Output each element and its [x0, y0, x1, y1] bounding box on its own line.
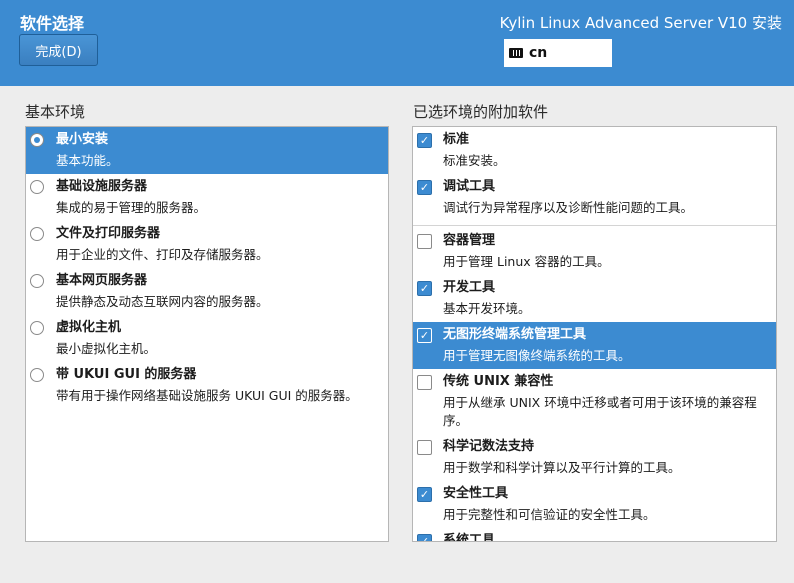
radio-button[interactable] [30, 368, 44, 382]
addon-name: 安全性工具 [443, 486, 509, 501]
env-name: 文件及打印服务器 [56, 226, 161, 241]
product-title: Kylin Linux Advanced Server V10 安装 [499, 14, 782, 32]
page-title: 软件选择 [20, 14, 85, 33]
env-item-web-server[interactable]: 基本网页服务器提供静态及动态互联网内容的服务器。 [26, 268, 388, 315]
addon-desc: 用于从继承 UNIX 环境中迁移或者可用于该环境的兼容程序。 [443, 395, 757, 428]
env-desc: 最小虚拟化主机。 [56, 341, 157, 356]
addon-list: ✓ 标准标准安装。 ✓ 调试工具调试行为异常程序以及诊断性能问题的工具。 容器管… [412, 126, 777, 542]
env-item-minimal[interactable]: 最小安装 基本功能。 [26, 127, 388, 174]
radio-button[interactable] [30, 321, 44, 335]
addon-desc: 标准安装。 [443, 153, 506, 168]
addon-desc: 用于管理无图像终端系统的工具。 [443, 348, 631, 363]
list-divider [413, 225, 776, 226]
addon-name: 传统 UNIX 兼容性 [443, 374, 554, 389]
radio-button[interactable] [30, 133, 44, 147]
addon-desc: 用于数学和科学计算以及平行计算的工具。 [443, 460, 681, 475]
keyboard-layout-indicator[interactable]: cn [504, 39, 612, 67]
base-environment-heading: 基本环境 [25, 103, 86, 121]
addon-desc: 用于完整性和可信验证的安全性工具。 [443, 507, 656, 522]
env-name: 带 UKUI GUI 的服务器 [56, 367, 197, 382]
radio-button[interactable] [30, 180, 44, 194]
radio-button[interactable] [30, 227, 44, 241]
env-name: 虚拟化主机 [56, 320, 122, 335]
header-bar: 软件选择 完成(D) Kylin Linux Advanced Server V… [0, 0, 794, 86]
checkbox[interactable] [417, 375, 432, 390]
addon-desc: 基本开发环境。 [443, 301, 531, 316]
addon-desc: 用于管理 Linux 容器的工具。 [443, 254, 610, 269]
addon-name: 容器管理 [443, 233, 496, 248]
env-desc: 集成的易于管理的服务器。 [56, 200, 207, 215]
addon-name: 科学记数法支持 [443, 439, 535, 454]
env-item-infrastructure[interactable]: 基础设施服务器集成的易于管理的服务器。 [26, 174, 388, 221]
checkbox[interactable] [417, 234, 432, 249]
env-desc: 提供静态及动态互联网内容的服务器。 [56, 294, 269, 309]
addon-name: 调试工具 [443, 179, 496, 194]
checkbox[interactable]: ✓ [417, 180, 432, 195]
addon-item-development-tools[interactable]: ✓ 开发工具基本开发环境。 [413, 275, 776, 322]
env-item-file-print[interactable]: 文件及打印服务器用于企业的文件、打印及存储服务器。 [26, 221, 388, 268]
addon-item-scientific[interactable]: 科学记数法支持用于数学和科学计算以及平行计算的工具。 [413, 434, 776, 481]
checkbox[interactable]: ✓ [417, 534, 432, 541]
env-desc: 用于企业的文件、打印及存储服务器。 [56, 247, 269, 262]
env-name: 基础设施服务器 [56, 179, 148, 194]
addon-name: 无图形终端系统管理工具 [443, 327, 587, 342]
addon-item-legacy-unix[interactable]: 传统 UNIX 兼容性用于从继承 UNIX 环境中迁移或者可用于该环境的兼容程序… [413, 369, 776, 434]
env-item-ukui-gui-server[interactable]: 带 UKUI GUI 的服务器带有用于操作网络基础设施服务 UKUI GUI 的… [26, 362, 388, 409]
checkbox[interactable]: ✓ [417, 328, 432, 343]
addon-item-headless-management[interactable]: ✓ 无图形终端系统管理工具用于管理无图像终端系统的工具。 [413, 322, 776, 369]
checkbox[interactable] [417, 440, 432, 455]
keyboard-icon [509, 48, 523, 58]
env-item-virtualization[interactable]: 虚拟化主机最小虚拟化主机。 [26, 315, 388, 362]
addon-item-security-tools[interactable]: ✓ 安全性工具用于完整性和可信验证的安全性工具。 [413, 481, 776, 528]
addon-name: 开发工具 [443, 280, 496, 295]
env-desc: 带有用于操作网络基础设施服务 UKUI GUI 的服务器。 [56, 388, 358, 403]
env-name: 最小安装 [56, 132, 109, 147]
addon-name: 系统工具 [443, 533, 496, 542]
env-desc: 基本功能。 [56, 153, 119, 168]
addons-heading: 已选环境的附加软件 [413, 103, 549, 121]
addon-desc: 调试行为异常程序以及诊断性能问题的工具。 [443, 200, 694, 215]
addon-item-debug-tools[interactable]: ✓ 调试工具调试行为异常程序以及诊断性能问题的工具。 [413, 174, 776, 221]
checkbox[interactable]: ✓ [417, 281, 432, 296]
addon-name: 标准 [443, 132, 470, 147]
radio-button[interactable] [30, 274, 44, 288]
base-environment-list: 最小安装基本功能。 基础设施服务器集成的易于管理的服务器。 文件及打印服务器用于… [25, 126, 389, 542]
env-name: 基本网页服务器 [56, 273, 148, 288]
addon-item-system-tools[interactable]: ✓ 系统工具 [413, 528, 776, 542]
keyboard-layout-label: cn [529, 45, 548, 61]
done-button[interactable]: 完成(D) [19, 34, 98, 66]
addon-item-standard[interactable]: ✓ 标准标准安装。 [413, 127, 776, 174]
checkbox[interactable]: ✓ [417, 133, 432, 148]
addon-item-container-management[interactable]: 容器管理用于管理 Linux 容器的工具。 [413, 228, 776, 275]
checkbox[interactable]: ✓ [417, 487, 432, 502]
